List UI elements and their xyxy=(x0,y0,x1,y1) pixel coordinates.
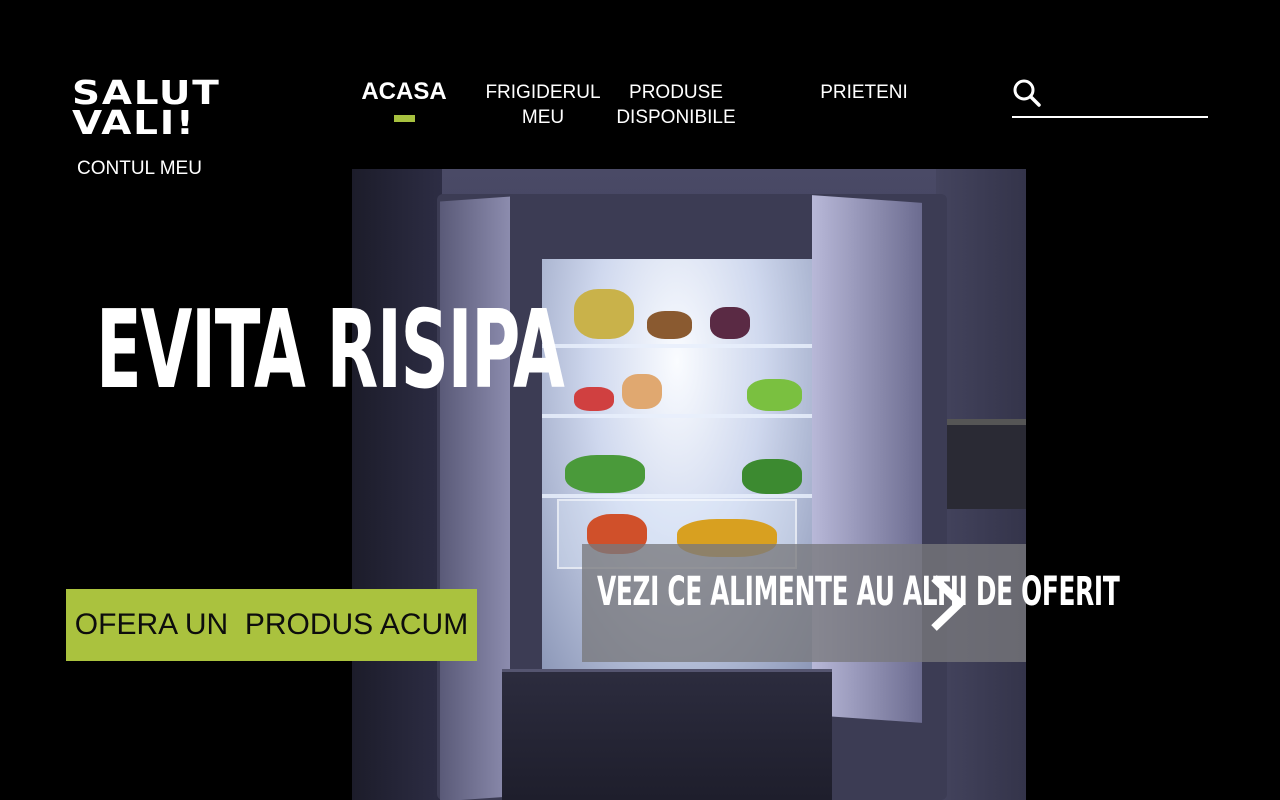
nav-item-produse-disponibile[interactable]: PRODUSE DISPONIBILE xyxy=(606,80,746,130)
offer-product-button[interactable]: OFERA UN PRODUS ACUM xyxy=(66,589,477,661)
search-input[interactable] xyxy=(1046,80,1208,110)
chevron-right-icon xyxy=(926,574,966,632)
search-icon[interactable] xyxy=(1012,78,1042,108)
hero-fridge-image xyxy=(352,169,1026,800)
browse-offers-button[interactable]: VEZI CE ALIMENTE AU ALTII DE OFERIT xyxy=(582,544,1120,662)
nav-active-indicator xyxy=(394,115,415,122)
hero-title: EVITA RISIPA xyxy=(96,288,565,413)
search-underline xyxy=(1012,116,1208,118)
greeting-title: SALUT VALI! xyxy=(72,73,221,142)
nav-item-acasa[interactable]: ACASA xyxy=(350,78,458,106)
nav-item-prieteni[interactable]: PRIETENI xyxy=(810,80,918,105)
account-link[interactable]: CONTUL MEU xyxy=(77,158,202,180)
nav-item-frigiderul-meu[interactable]: FRIGIDERUL MEU xyxy=(478,80,608,130)
browse-offers-label: VEZI CE ALIMENTE AU ALTII DE OFERIT xyxy=(597,569,1120,615)
